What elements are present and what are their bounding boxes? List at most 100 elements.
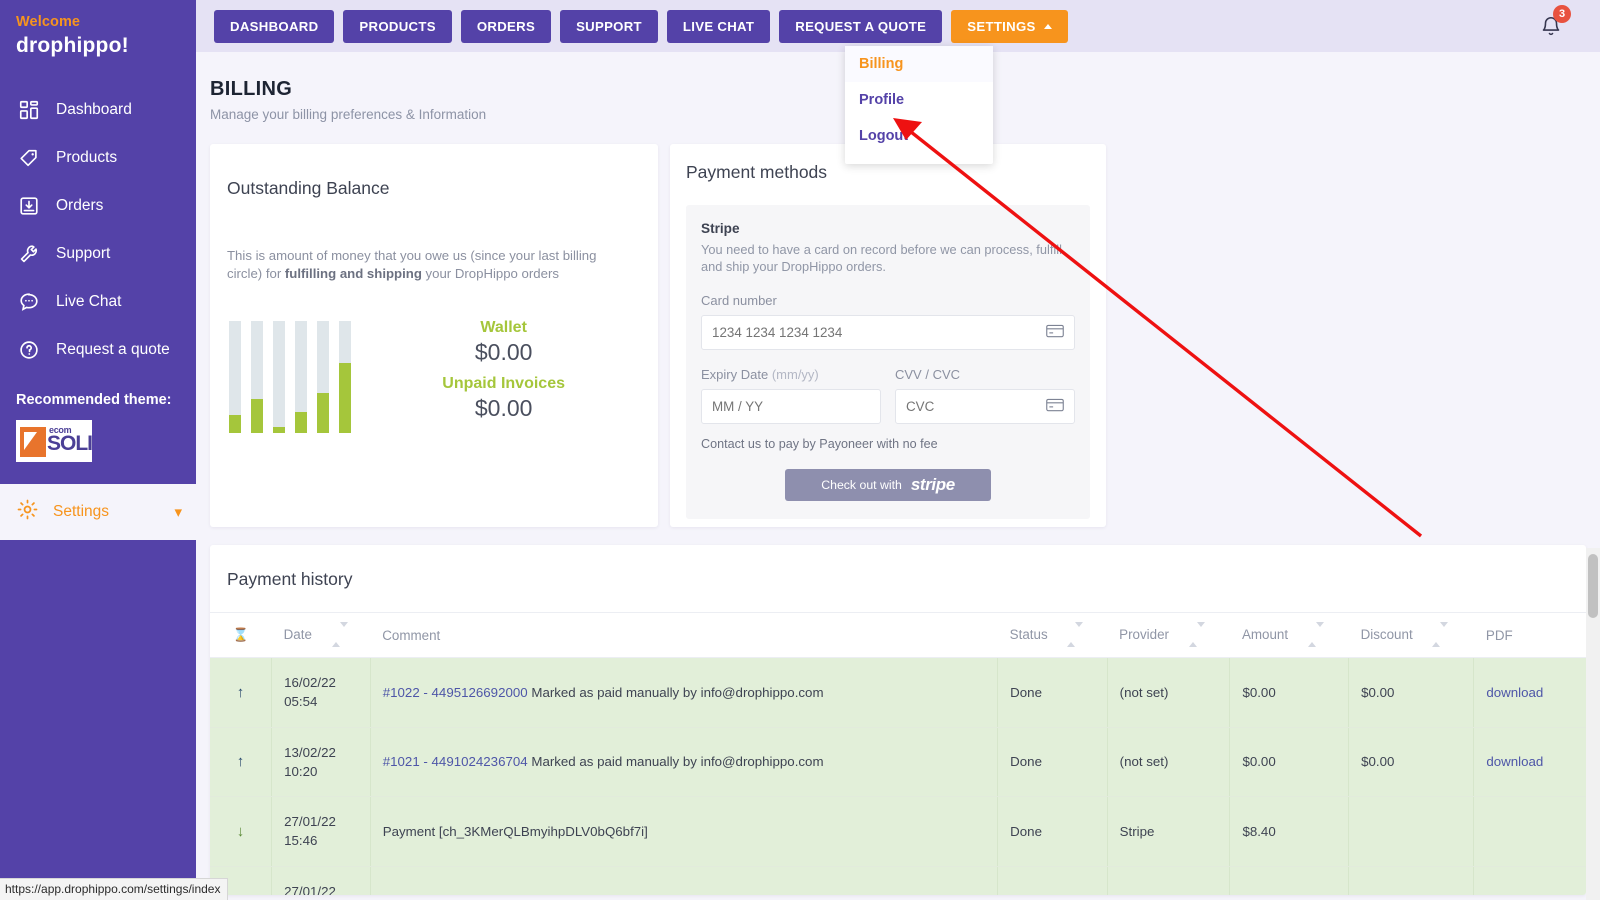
- settings-dropdown-menu: Billing Profile Logout: [845, 46, 993, 164]
- expiry-label: Expiry Date (mm/yy): [701, 367, 881, 382]
- expiry-field[interactable]: [712, 399, 870, 414]
- recommended-theme-label: Recommended theme:: [0, 392, 196, 408]
- menu-item-profile[interactable]: Profile: [845, 82, 993, 118]
- sidebar-item-request-a-quote[interactable]: Request a quote: [0, 326, 196, 374]
- column-filter[interactable]: ⌛: [210, 613, 272, 658]
- outstanding-balance-card: Outstanding Balance This is amount of mo…: [210, 144, 658, 527]
- row-comment-link[interactable]: #1021 - 4491024236704: [383, 754, 528, 769]
- credit-card-icon: [1046, 324, 1064, 341]
- column-date[interactable]: Date: [272, 613, 371, 658]
- row-comment-rest: Marked as paid manually by info@drophipp…: [528, 685, 824, 700]
- top-navigation-bar: DASHBOARD PRODUCTS ORDERS SUPPORT LIVE C…: [196, 0, 1600, 52]
- chart-bar-fill: [295, 412, 307, 432]
- column-status[interactable]: Status: [998, 613, 1107, 658]
- column-pdf-label: PDF: [1486, 628, 1513, 643]
- gear-icon: [16, 498, 39, 526]
- dashboard-icon: [16, 97, 42, 123]
- app-root: Welcome drophippo! Dashboard: [0, 0, 1600, 900]
- table-row[interactable]: ↑ 13/02/22 10:20 #1021 - 4491024236704 M…: [210, 727, 1586, 797]
- scrollbar-thumb[interactable]: [1588, 554, 1598, 618]
- tab-settings[interactable]: SETTINGS: [951, 10, 1067, 43]
- notification-badge: 3: [1553, 5, 1571, 23]
- table-row[interactable]: ↑ 27/01/22 15:42 #1020 - 4461361201312 D…: [210, 866, 1586, 895]
- row-pdf: download: [1474, 658, 1586, 728]
- sidebar-item-live-chat[interactable]: Live Chat: [0, 278, 196, 326]
- download-link[interactable]: download: [1486, 754, 1543, 769]
- cvv-group: CVV / CVC: [895, 350, 1075, 424]
- chevron-down-icon: ▾: [174, 503, 182, 521]
- sidebar-item-products[interactable]: Products: [0, 134, 196, 182]
- row-discount: $0.00: [1349, 727, 1474, 797]
- wallet-value: $0.00: [442, 339, 565, 366]
- row-status: Done: [998, 727, 1107, 797]
- vertical-scrollbar[interactable]: [1586, 548, 1600, 900]
- stripe-panel: Stripe You need to have a card on record…: [686, 205, 1090, 519]
- tab-settings-label: SETTINGS: [967, 19, 1035, 34]
- row-pdf: download: [1474, 727, 1586, 797]
- cvv-input[interactable]: [895, 389, 1075, 424]
- sidebar-item-label: Support: [56, 245, 110, 263]
- tab-support[interactable]: SUPPORT: [560, 10, 658, 43]
- checkout-with-stripe-button[interactable]: Check out with stripe: [785, 469, 991, 501]
- card-number-input[interactable]: [701, 315, 1075, 350]
- payment-history-table: ⌛ Date Comment Status Provider: [210, 612, 1586, 895]
- menu-item-billing[interactable]: Billing: [845, 46, 993, 82]
- inbox-download-icon: [16, 193, 42, 219]
- cvv-field[interactable]: [906, 399, 1046, 414]
- column-discount[interactable]: Discount: [1349, 613, 1474, 658]
- stripe-description: You need to have a card on record before…: [701, 241, 1075, 276]
- chart-bar-fill: [251, 399, 263, 433]
- row-comment: #1021 - 4491024236704 Marked as paid man…: [370, 727, 997, 797]
- download-link[interactable]: download: [1486, 685, 1543, 700]
- sort-icon: [332, 627, 348, 642]
- sidebar-settings-label: Settings: [53, 503, 109, 521]
- notifications-button[interactable]: 3: [1540, 14, 1562, 43]
- column-amount-label: Amount: [1242, 627, 1288, 642]
- row-comment-link[interactable]: #1022 - 4495126692000: [383, 685, 528, 700]
- row-status: Done: [998, 797, 1107, 867]
- balance-body: Wallet $0.00 Unpaid Invoices $0.00: [227, 321, 641, 433]
- payment-card-heading: Payment methods: [686, 162, 1090, 183]
- chart-bar-fill: [317, 393, 329, 432]
- ecom-solid-logo[interactable]: ecom SOLID: [16, 420, 92, 462]
- bell-icon: [1540, 25, 1562, 42]
- sidebar-item-settings[interactable]: Settings ▾: [0, 484, 196, 540]
- main-area: DASHBOARD PRODUCTS ORDERS SUPPORT LIVE C…: [196, 0, 1600, 900]
- column-amount[interactable]: Amount: [1230, 613, 1349, 658]
- row-discount: $0.00: [1349, 658, 1474, 728]
- wallet-label: Wallet: [442, 319, 565, 337]
- expiry-input[interactable]: [701, 389, 881, 424]
- download-link[interactable]: download: [1486, 893, 1543, 895]
- row-time-value: 10:20: [284, 762, 358, 781]
- payment-history-card: Payment history ⌛ Date Comment Status: [210, 545, 1586, 895]
- column-provider[interactable]: Provider: [1107, 613, 1230, 658]
- sidebar-item-label: Live Chat: [56, 293, 121, 311]
- row-comment: #1020 - 4461361201312: [370, 866, 997, 895]
- sidebar-item-support[interactable]: Support: [0, 230, 196, 278]
- column-pdf[interactable]: PDF: [1474, 613, 1586, 658]
- tab-live-chat[interactable]: LIVE CHAT: [667, 10, 770, 43]
- balance-values: Wallet $0.00 Unpaid Invoices $0.00: [442, 319, 641, 433]
- menu-item-logout[interactable]: Logout: [845, 118, 993, 154]
- logo-main-text: SOLID: [47, 433, 92, 454]
- tab-products[interactable]: PRODUCTS: [343, 10, 451, 43]
- row-discount: $0.00: [1349, 866, 1474, 895]
- sidebar-item-dashboard[interactable]: Dashboard: [0, 86, 196, 134]
- row-amount: $0.00: [1230, 658, 1349, 728]
- sort-icon: [1308, 627, 1324, 642]
- tab-orders[interactable]: ORDERS: [461, 10, 551, 43]
- card-number-field[interactable]: [712, 325, 1046, 340]
- expiry-cvv-row: Expiry Date (mm/yy) CVV / CVC: [701, 350, 1075, 424]
- row-comment-link[interactable]: #1020 - 4461361201312: [383, 893, 528, 895]
- sort-icon: [1067, 627, 1083, 642]
- tab-request-a-quote[interactable]: REQUEST A QUOTE: [779, 10, 942, 43]
- table-row[interactable]: ↓ 27/01/22 15:46 Payment [ch_3KMerQLBmyi…: [210, 797, 1586, 867]
- column-comment[interactable]: Comment: [370, 613, 997, 658]
- row-provider: (not set): [1107, 866, 1230, 895]
- tag-icon: [16, 145, 42, 171]
- tab-dashboard[interactable]: DASHBOARD: [214, 10, 334, 43]
- table-row[interactable]: ↑ 16/02/22 05:54 #1022 - 4495126692000 M…: [210, 658, 1586, 728]
- sidebar-item-orders[interactable]: Orders: [0, 182, 196, 230]
- row-direction: ↑: [210, 658, 272, 728]
- row-direction: ↓: [210, 797, 272, 867]
